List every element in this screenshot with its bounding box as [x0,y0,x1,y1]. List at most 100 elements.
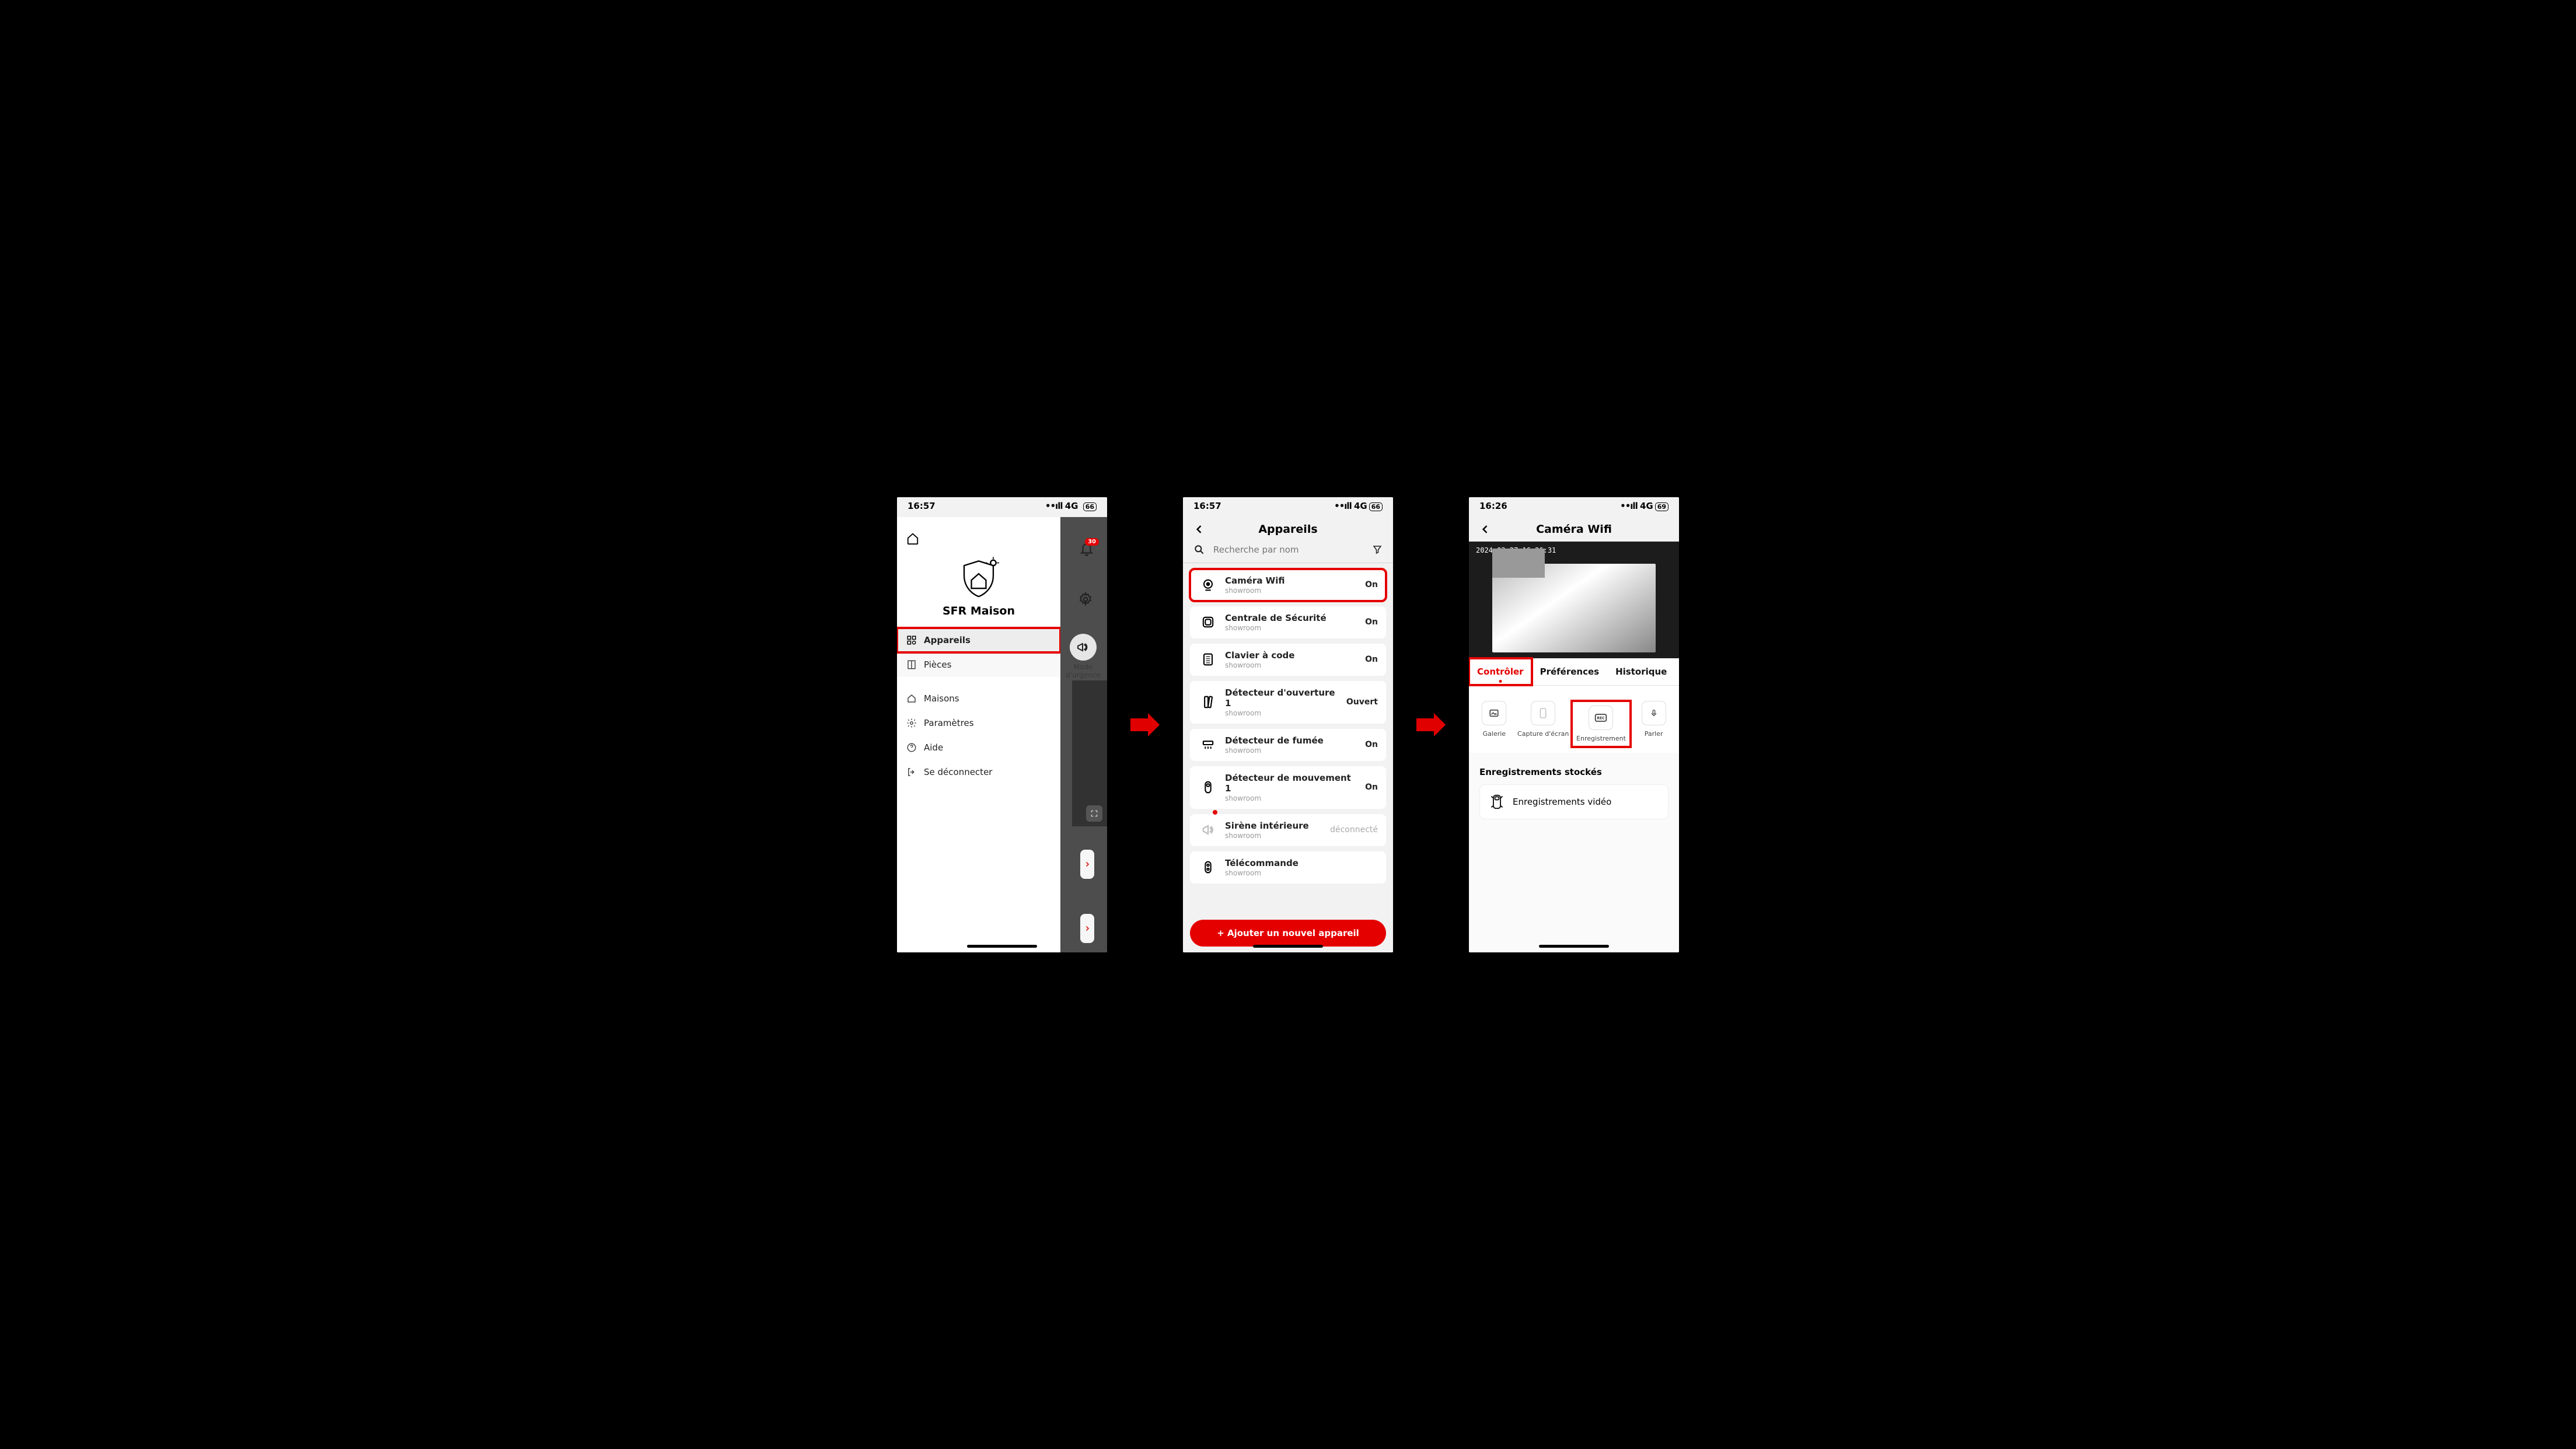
filter-icon[interactable] [1372,544,1383,555]
device-state: déconnecté [1330,825,1378,835]
card-chevron[interactable] [1080,914,1094,943]
flow-arrow-icon [1416,710,1446,739]
tab-historique[interactable]: Historique [1607,658,1675,685]
menu-deconnecter[interactable]: Se déconnecter [897,760,1060,784]
device-list: Caméra Wifi showroom On Centrale de Sécu… [1183,563,1393,914]
grid-icon [906,635,917,645]
clock: 16:57 [907,501,936,511]
chevron-right-icon [1084,925,1091,932]
home-icon[interactable] [906,532,919,545]
search-input[interactable] [1213,544,1364,555]
tab-plus[interactable]: Plus [1675,658,1679,685]
feed-content [1492,564,1656,652]
bell-button[interactable]: 30 [1079,542,1094,557]
stored-recordings-button[interactable]: Enregistrements vidéo [1479,784,1669,819]
menu-pieces[interactable]: Pièces [897,652,1060,677]
device-row[interactable]: Détecteur de mouvement 1 showroom On [1190,766,1386,809]
device-room: showroom [1225,869,1371,877]
home-indicator[interactable] [967,945,1037,948]
device-row[interactable]: Détecteur d'ouverture 1 showroom Ouvert [1190,681,1386,724]
action-parler[interactable]: Parler [1633,701,1674,747]
camera-preview[interactable] [1072,680,1107,826]
status-right: ••ıll 4G 66 [1045,501,1097,511]
screen-camera: 16:26 ••ıll 4G69 Caméra Wifi 2024-03-27 … [1469,497,1679,952]
device-row[interactable]: Centrale de Sécurité showroom On [1190,606,1386,638]
device-room: showroom [1225,586,1358,595]
expand-icon [1090,809,1098,818]
device-icon [1200,779,1216,795]
app-title: SFR Maison [897,605,1060,628]
status-right: ••ıll 4G66 [1334,501,1383,511]
device-icon [1200,736,1216,753]
screen-appareils: 16:57 ••ıll 4G66 Appareils Caméra Wifi s… [1183,497,1393,952]
back-icon[interactable] [1193,523,1205,535]
megaphone-icon [1076,640,1090,654]
search-bar [1183,540,1393,563]
tab-controler[interactable]: Contrôler [1469,658,1532,685]
recordings-icon [1489,793,1505,811]
device-row[interactable]: Caméra Wifi showroom On [1190,569,1386,601]
gear-icon [906,718,917,728]
device-room: showroom [1225,794,1358,802]
page-title: Caméra Wifi [1491,523,1657,536]
device-row[interactable]: Télécommande showroom [1190,851,1386,884]
device-row[interactable]: Détecteur de fumée showroom On [1190,729,1386,761]
expand-button[interactable] [1086,805,1102,822]
gear-icon [1078,592,1093,607]
device-row[interactable]: Sirène intérieure showroom déconnecté [1190,814,1386,846]
door-icon [906,659,917,670]
tab-preferences[interactable]: Préférences [1532,658,1608,685]
clock: 16:26 [1479,501,1507,511]
device-name: Caméra Wifi [1225,575,1358,586]
search-icon[interactable] [1193,544,1205,556]
screen-drawer: 16:57 ••ıll 4G 66 SFR Maison [897,497,1107,952]
menu-parametres[interactable]: Paramètres [897,711,1060,735]
device-icon [1200,614,1216,630]
device-row[interactable]: Clavier à code showroom On [1190,644,1386,676]
device-name: Clavier à code [1225,650,1358,661]
gallery-icon [1489,708,1499,718]
action-row: Galerie Capture d'écran REC Enregistreme… [1469,686,1679,753]
chevron-right-icon [1084,861,1091,868]
device-name: Centrale de Sécurité [1225,613,1358,623]
offline-dot-icon [1213,810,1217,815]
flow-arrow-icon [1130,710,1160,739]
home-indicator[interactable] [1539,945,1609,948]
device-name: Télécommande [1225,858,1371,868]
menu-appareils[interactable]: Appareils [897,628,1060,652]
page-title: Appareils [1205,523,1371,536]
mode-urgence-button[interactable]: Mode d'urgence [1063,634,1104,679]
stored-title: Enregistrements stockés [1469,753,1679,783]
device-name: Détecteur de fumée [1225,735,1358,746]
status-bar: 16:57 ••ıll 4G66 [1183,497,1393,517]
tabs: Contrôler Préférences Historique Plus [1469,658,1679,686]
settings-button[interactable] [1078,592,1093,607]
mic-icon [1650,707,1658,719]
svg-text:REC: REC [1597,717,1605,720]
action-galerie[interactable]: Galerie [1474,701,1514,747]
device-state: On [1365,740,1378,749]
device-state: On [1365,655,1378,664]
device-room: showroom [1225,661,1358,669]
device-icon [1200,651,1216,668]
card-chevron[interactable] [1080,850,1094,879]
action-capture[interactable]: Capture d'écran [1517,701,1569,747]
menu-aide[interactable]: Aide [897,735,1060,760]
camera-feed[interactable]: 2024-03-27 16:26:31 [1469,542,1679,658]
device-room: showroom [1225,624,1358,632]
device-icon [1200,859,1216,875]
house-icon [906,693,917,704]
logout-icon [906,767,917,777]
device-icon [1200,822,1216,838]
home-indicator[interactable] [1253,945,1323,948]
shield-home-icon [956,556,1001,601]
screenshot-icon [1538,707,1548,719]
device-state: On [1365,580,1378,589]
action-enregistrement[interactable]: REC Enregistrement [1572,701,1631,747]
back-icon[interactable] [1479,523,1491,535]
status-bar: 16:26 ••ıll 4G69 [1469,497,1679,517]
device-room: showroom [1225,746,1358,755]
bell-badge: 30 [1085,538,1099,546]
menu-maisons[interactable]: Maisons [897,686,1060,711]
add-device-button[interactable]: + Ajouter un nouvel appareil [1190,920,1386,947]
